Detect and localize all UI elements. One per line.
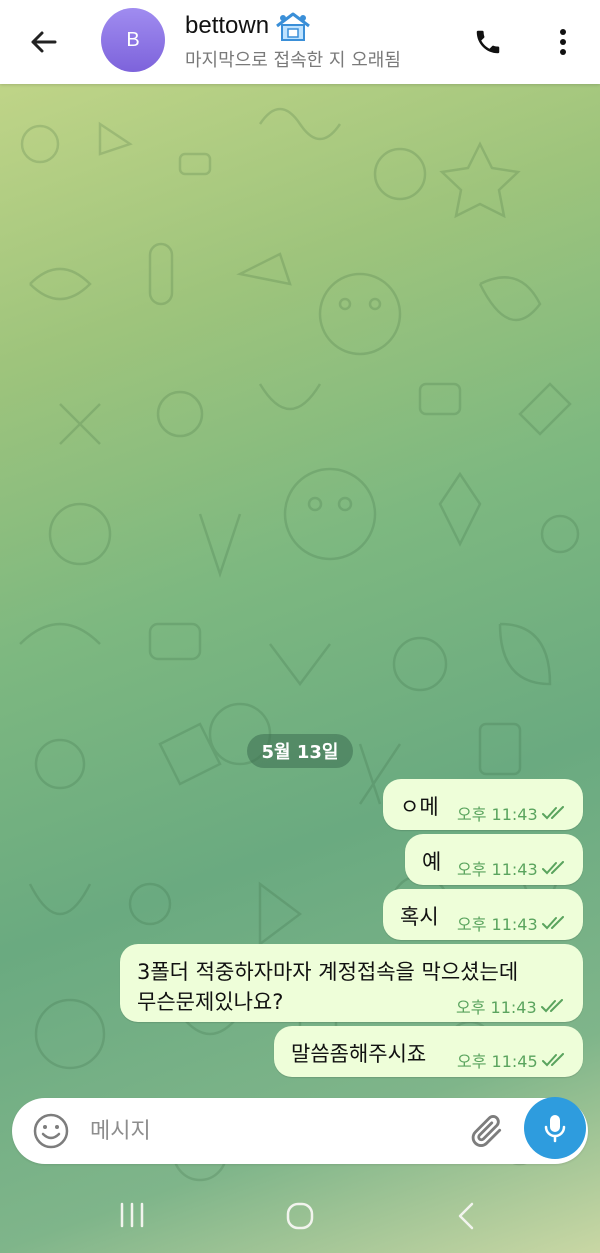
system-navigation-bar <box>0 1180 600 1253</box>
arrow-left-icon <box>31 31 57 53</box>
message-meta: 오후 11:43 <box>457 911 568 935</box>
message-text: 혹시 <box>400 905 439 929</box>
double-check-icon <box>541 916 564 930</box>
message-text: ㅇ메 <box>400 795 439 819</box>
double-check-icon <box>541 806 564 820</box>
contact-name: bettown <box>185 12 270 39</box>
chat-header: B bettown 마지막으로 접속한 지 오래됨 <box>0 0 600 84</box>
message-time: 오후 11:43 <box>457 805 538 824</box>
double-check-icon <box>541 1053 564 1067</box>
double-check-icon <box>540 999 563 1013</box>
message-text: 예 <box>422 850 442 874</box>
message-time: 오후 11:43 <box>457 915 538 934</box>
back-button[interactable] <box>22 22 64 62</box>
emoji-button[interactable] <box>32 1112 70 1150</box>
call-button[interactable] <box>468 22 508 62</box>
message-bubble[interactable]: 3폴더 적중하자마자 계정접속을 막으셨는데 무슨문제있나요? 오후 11:43 <box>120 944 583 1022</box>
smiley-icon <box>33 1113 69 1149</box>
more-vertical-icon <box>560 29 566 55</box>
message-input[interactable] <box>88 1110 452 1152</box>
microphone-icon <box>544 1115 566 1143</box>
more-options-button[interactable] <box>548 22 578 62</box>
avatar[interactable]: B <box>101 8 165 72</box>
message-text-line1: 3폴더 적중하자마자 계정접속을 막으셨는데 <box>137 960 519 984</box>
attach-button[interactable] <box>468 1112 506 1150</box>
home-icon[interactable] <box>286 1202 314 1230</box>
message-time: 오후 11:43 <box>457 860 538 879</box>
avatar-letter: B <box>126 28 140 51</box>
last-seen-status: 마지막으로 접속한 지 오래됨 <box>185 50 401 71</box>
message-bubble[interactable]: ㅇ메 오후 11:43 <box>383 779 583 830</box>
message-bubble[interactable]: 말씀좀해주시죠 오후 11:45 <box>274 1026 583 1077</box>
contact-name-row: bettown <box>185 10 401 42</box>
paperclip-icon <box>471 1115 502 1147</box>
message-bubble[interactable]: 예 오후 11:43 <box>405 834 583 885</box>
message-meta: 오후 11:43 <box>457 856 568 880</box>
message-bubble[interactable]: 혹시 오후 11:43 <box>383 889 583 940</box>
chat-wallpaper-pattern <box>19 107 580 1182</box>
phone-icon <box>476 30 500 54</box>
message-time: 오후 11:45 <box>457 1052 538 1071</box>
message-text-line2: 무슨문제있나요? <box>137 990 284 1014</box>
message-time: 오후 11:43 <box>456 998 537 1017</box>
recents-icon[interactable] <box>118 1202 146 1228</box>
message-meta: 오후 11:43 <box>457 801 568 825</box>
message-composer <box>12 1098 588 1164</box>
voice-record-button[interactable] <box>524 1097 586 1159</box>
message-meta: 오후 11:43 <box>456 994 567 1018</box>
message-text: 말씀좀해주시죠 <box>291 1042 427 1066</box>
back-chevron-icon[interactable] <box>456 1202 476 1230</box>
double-check-icon <box>541 861 564 875</box>
message-meta: 오후 11:45 <box>457 1048 568 1072</box>
house-emoji-icon <box>276 12 310 41</box>
date-separator: 5월 13일 <box>247 734 353 768</box>
contact-info[interactable]: bettown 마지막으로 접속한 지 오래됨 <box>185 10 401 72</box>
